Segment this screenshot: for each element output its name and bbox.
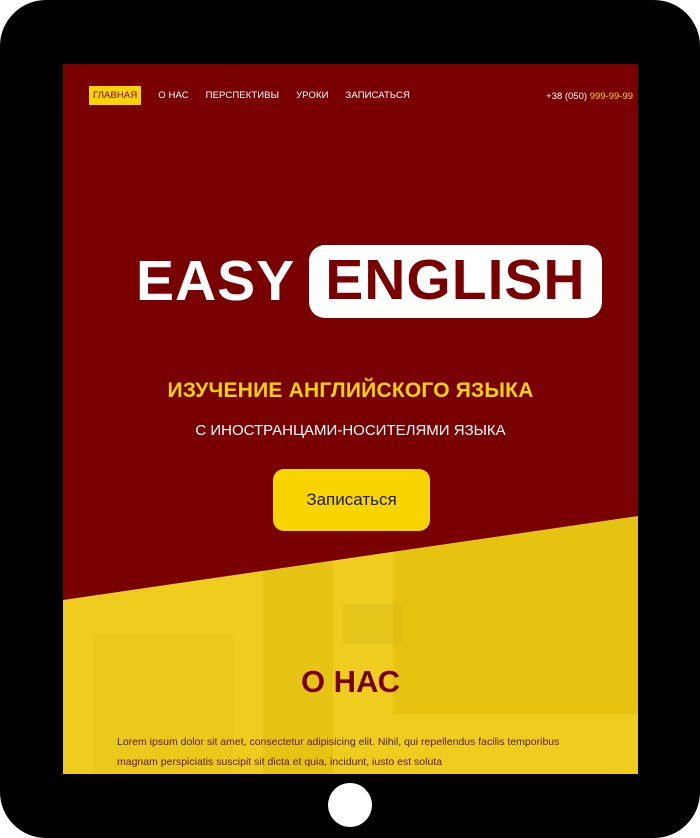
nav-item-prospects[interactable]: ПЕРСПЕКТИВЫ <box>206 90 279 101</box>
about-title: О НАС <box>300 664 401 699</box>
home-button[interactable] <box>328 783 372 827</box>
nav-item-about[interactable]: О НАС <box>158 90 188 101</box>
nav-item-home[interactable]: ГЛАВНАЯ <box>89 86 142 105</box>
hero-tagline: С ИНОСТРАНЦАМИ-НОСИТЕЛЯМИ ЯЗЫКА <box>195 422 506 439</box>
hero-subtitle: ИЗУЧЕНИЕ АНГЛИЙСКОГО ЯЗЫКА <box>167 379 534 402</box>
phone-number[interactable]: +38 (050) 999-99-99 <box>546 91 633 102</box>
logo: EASY ENGLISH <box>136 245 602 318</box>
logo-english: ENGLISH <box>325 248 586 312</box>
nav-item-signup[interactable]: ЗАПИСАТЬСЯ <box>346 90 410 101</box>
phone-prefix: +38 (050) <box>546 91 590 102</box>
nav-item-lessons[interactable]: УРОКИ <box>296 90 328 101</box>
logo-english-box: ENGLISH <box>309 245 602 318</box>
about-text: Lorem ipsum dolor sit amet, consectetur … <box>117 736 560 768</box>
tablet-frame: ГЛАВНАЯ О НАС ПЕРСПЕКТИВЫ УРОКИ ЗАПИСАТЬ… <box>0 0 700 838</box>
main-nav: ГЛАВНАЯ О НАС ПЕРСПЕКТИВЫ УРОКИ ЗАПИСАТЬ… <box>89 86 427 105</box>
signup-button[interactable]: Записаться <box>273 469 430 531</box>
phone-digits: 999-99-99 <box>589 91 633 102</box>
logo-easy: EASY <box>136 249 296 313</box>
device-screen: ГЛАВНАЯ О НАС ПЕРСПЕКТИВЫ УРОКИ ЗАПИСАТЬ… <box>63 64 638 774</box>
